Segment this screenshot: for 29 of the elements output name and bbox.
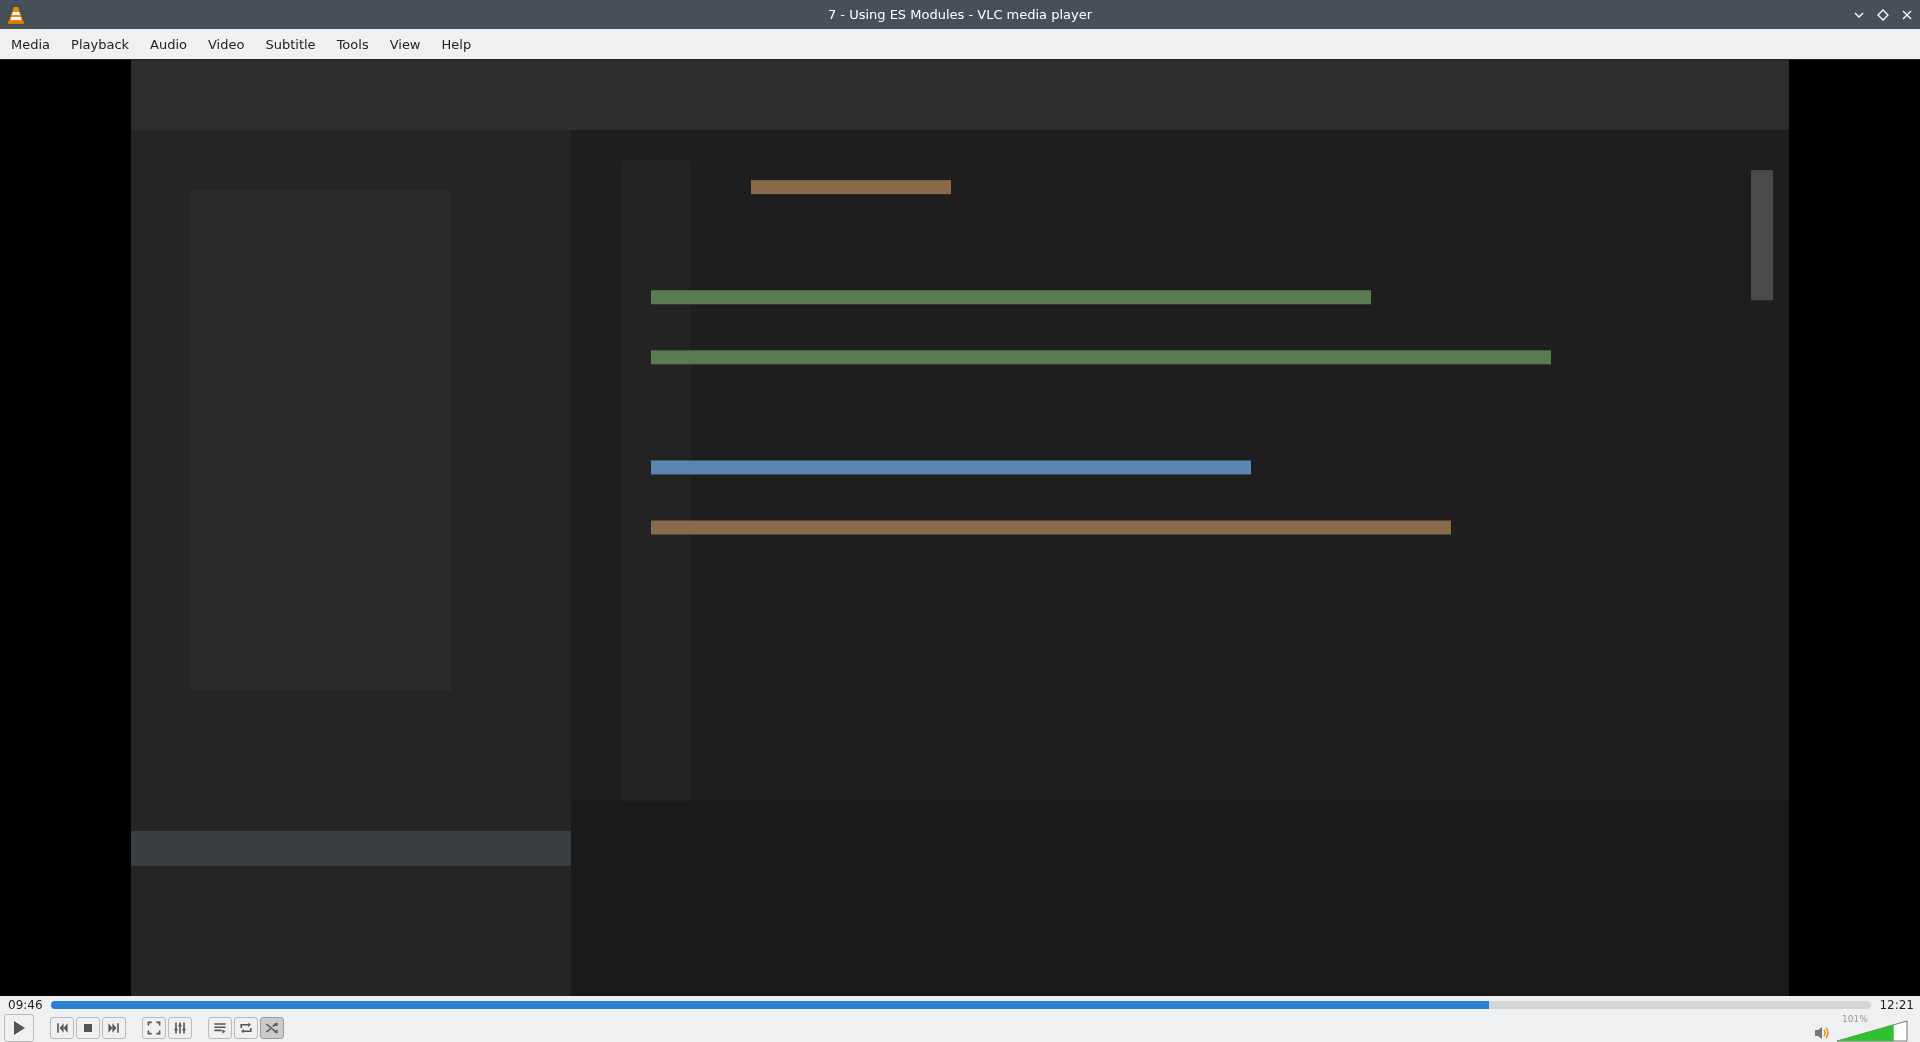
window-title: 7 - Using ES Modules - VLC media player bbox=[827, 7, 1093, 22]
menu-item[interactable]: Subtitle bbox=[256, 36, 325, 52]
menu-item[interactable]: Help bbox=[432, 36, 481, 52]
menu-item[interactable]: View bbox=[380, 36, 430, 52]
fullscreen-icon bbox=[146, 1019, 162, 1036]
extended-settings-button[interactable] bbox=[168, 1016, 192, 1039]
play-button[interactable] bbox=[4, 1013, 34, 1042]
fullscreen-button[interactable] bbox=[142, 1016, 166, 1039]
loop-icon bbox=[238, 1019, 254, 1036]
menu-item[interactable]: Tools bbox=[327, 36, 378, 52]
elapsed-time: 09:46 bbox=[8, 997, 43, 1012]
extended-settings-icon bbox=[172, 1019, 188, 1036]
next-button[interactable] bbox=[102, 1016, 126, 1039]
menu-item[interactable]: Playback bbox=[62, 36, 139, 52]
total-time: 12:21 bbox=[1879, 997, 1914, 1012]
seek-bar[interactable] bbox=[50, 1000, 1872, 1009]
cone-icon bbox=[8, 5, 24, 24]
menu-item[interactable]: Video bbox=[199, 36, 254, 52]
previous-button[interactable] bbox=[50, 1016, 74, 1039]
playlist-button[interactable] bbox=[208, 1016, 232, 1039]
speaker-icon[interactable] bbox=[1814, 1026, 1830, 1040]
volume-reading: 101% bbox=[1842, 1013, 1868, 1024]
menu-item[interactable]: Audio bbox=[141, 36, 196, 52]
stop-button[interactable] bbox=[76, 1016, 100, 1039]
menu-item[interactable]: Media bbox=[2, 36, 60, 52]
shuffle-icon bbox=[264, 1019, 280, 1036]
loop-button[interactable] bbox=[234, 1016, 258, 1039]
shuffle-button[interactable] bbox=[260, 1016, 284, 1039]
maximize-icon[interactable] bbox=[1876, 7, 1890, 22]
